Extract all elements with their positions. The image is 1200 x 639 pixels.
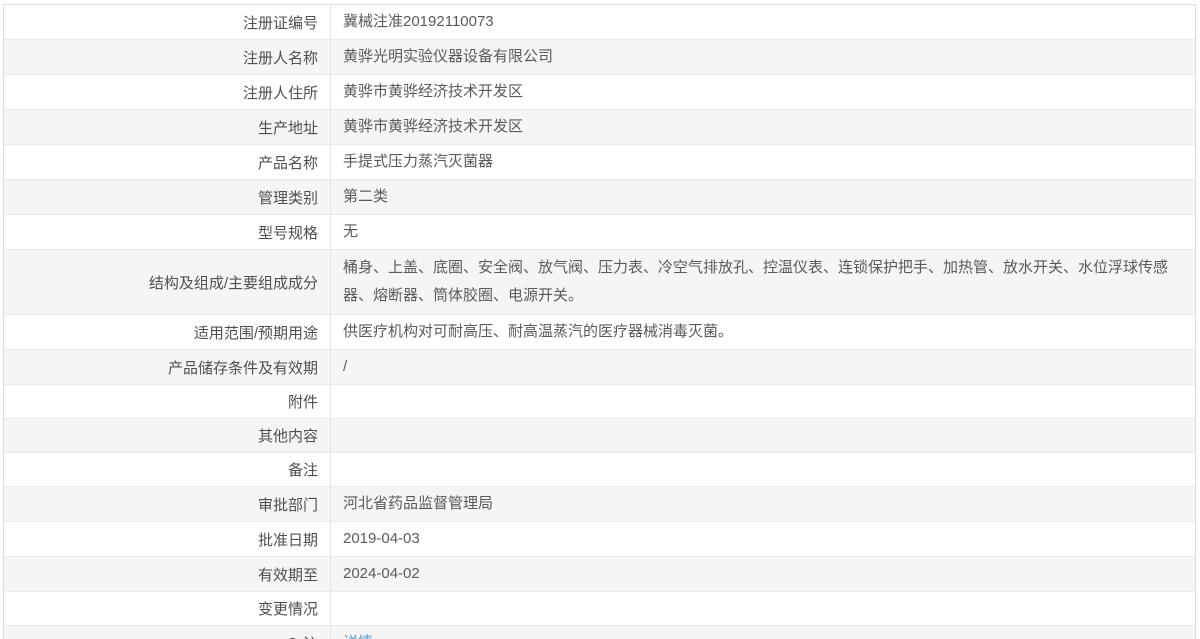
field-value: 详情 <box>331 626 1195 639</box>
field-value: / <box>343 358 348 375</box>
registration-info-table: 注册证编号 冀械注准20192110073 注册人名称 黄骅光明实验仪器设备有限… <box>3 4 1196 639</box>
field-label: 变更情况 <box>4 592 331 625</box>
field-label: 备注 <box>4 453 331 486</box>
field-value <box>331 592 1195 625</box>
field-value: 黄骅市黄骅经济技术开发区 <box>343 83 524 100</box>
field-value <box>331 419 1195 452</box>
field-label: 型号规格 <box>4 215 331 249</box>
field-label: 注册人名称 <box>4 40 331 74</box>
field-label: 生产地址 <box>4 110 331 144</box>
field-label: 审批部门 <box>4 487 331 521</box>
field-label: 适用范围/预期用途 <box>4 315 331 349</box>
field-value: 供医疗机构对可耐高压、耐高温蒸汽的医疗器械消毒灭菌。 <box>343 323 734 340</box>
table-row: 适用范围/预期用途 供医疗机构对可耐高压、耐高温蒸汽的医疗器械消毒灭菌。 <box>4 315 1195 350</box>
table-row: 结构及组成/主要组成成分 桶身、上盖、底圈、安全阀、放气阀、压力表、冷空气排放孔… <box>4 250 1195 315</box>
table-row: 管理类别 第二类 <box>4 180 1195 215</box>
field-value: 2024-04-02 <box>343 565 420 582</box>
field-value: 冀械注准20192110073 <box>343 13 494 30</box>
table-row: 产品名称 手提式压力蒸汽灭菌器 <box>4 145 1195 180</box>
field-value: 2019-04-03 <box>343 530 420 547</box>
table-row: 批准日期 2019-04-03 <box>4 522 1195 557</box>
registration-detail-page: 注册证编号 冀械注准20192110073 注册人名称 黄骅光明实验仪器设备有限… <box>0 0 1200 639</box>
field-value: 无 <box>343 223 359 240</box>
field-label: 注册人住所 <box>4 75 331 109</box>
field-value <box>331 385 1195 418</box>
field-value: 黄骅市黄骅经济技术开发区 <box>343 118 524 135</box>
table-row: 其他内容 <box>4 419 1195 453</box>
field-value: 河北省药品监督管理局 <box>343 495 494 512</box>
field-label: 结构及组成/主要组成成分 <box>4 250 331 314</box>
field-label: 管理类别 <box>4 180 331 214</box>
field-label: 附件 <box>4 385 331 418</box>
note-label: 注 <box>303 633 318 639</box>
field-label: 产品储存条件及有效期 <box>4 350 331 384</box>
field-value: 黄骅光明实验仪器设备有限公司 <box>343 48 554 65</box>
table-row: 注 详情 <box>4 626 1195 639</box>
field-label: 批准日期 <box>4 522 331 556</box>
table-row: 产品储存条件及有效期 / <box>4 350 1195 385</box>
table-row: 注册人名称 黄骅光明实验仪器设备有限公司 <box>4 40 1195 75</box>
table-row: 变更情况 <box>4 592 1195 626</box>
table-row: 注册人住所 黄骅市黄骅经济技术开发区 <box>4 75 1195 110</box>
table-row: 附件 <box>4 385 1195 419</box>
field-value <box>331 453 1195 486</box>
field-label-note: 注 <box>4 626 331 639</box>
table-row: 审批部门 河北省药品监督管理局 <box>4 487 1195 522</box>
table-row: 注册证编号 冀械注准20192110073 <box>4 5 1195 40</box>
table-row: 备注 <box>4 453 1195 487</box>
field-label: 有效期至 <box>4 557 331 591</box>
table-row: 有效期至 2024-04-02 <box>4 557 1195 592</box>
field-label: 其他内容 <box>4 419 331 452</box>
field-label: 注册证编号 <box>4 5 331 39</box>
field-value: 手提式压力蒸汽灭菌器 <box>343 153 494 170</box>
field-value: 第二类 <box>343 188 389 205</box>
field-label: 产品名称 <box>4 145 331 179</box>
field-value: 桶身、上盖、底圈、安全阀、放气阀、压力表、冷空气排放孔、控温仪表、连锁保护把手、… <box>343 259 1169 304</box>
details-link[interactable]: 详情 <box>343 629 373 639</box>
table-row: 型号规格 无 <box>4 215 1195 250</box>
table-row: 生产地址 黄骅市黄骅经济技术开发区 <box>4 110 1195 145</box>
